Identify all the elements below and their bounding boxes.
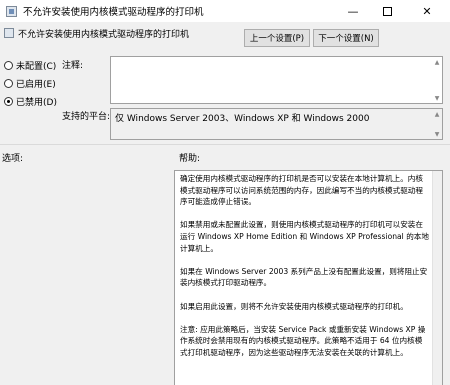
scroll-up-icon[interactable]: ▲	[433, 110, 441, 118]
help-paragraph: 如果禁用或未配置此设置，则使用内核模式驱动程序的打印机可以安装在运行 Windo…	[180, 220, 429, 253]
help-paragraph: 注意: 应用此策略后，当安装 Service Pack 或重新安装 Window…	[180, 324, 426, 357]
next-setting-button[interactable]: 下一个设置(N)	[313, 29, 379, 47]
maximize-icon	[382, 6, 392, 16]
radio-disabled[interactable]: 已禁用(D)	[4, 95, 57, 108]
help-paragraph: 如果在 Windows Server 2003 系列产品上没有配置此设置，则将阻…	[180, 266, 428, 288]
setting-icon	[4, 28, 14, 38]
platform-value: 仅 Windows Server 2003、Windows XP 和 Windo…	[115, 114, 370, 124]
close-button[interactable]: ✕	[410, 0, 444, 22]
close-icon: ✕	[422, 4, 432, 18]
comment-label: 注释:	[62, 61, 84, 71]
title-bar: 不允许安装使用内核模式驱动程序的打印机 — ✕	[0, 0, 450, 22]
setting-title: 不允许安装使用内核模式驱动程序的打印机	[18, 30, 190, 40]
maximize-button[interactable]	[370, 0, 404, 22]
previous-setting-button[interactable]: 上一个设置(P)	[244, 29, 310, 47]
help-label: 帮助:	[179, 154, 201, 164]
minimize-icon: —	[347, 4, 359, 18]
scroll-down-icon[interactable]: ▼	[433, 130, 441, 138]
radio-not-configured[interactable]: 未配置(C)	[4, 59, 56, 72]
radio-icon[interactable]	[4, 79, 13, 88]
help-paragraph: 如果启用此设置，则将不允许安装使用内核模式驱动程序的打印机。	[180, 301, 408, 311]
comment-input[interactable]: ▲ ▼	[110, 56, 443, 104]
options-label: 选项:	[2, 154, 24, 164]
section-divider	[0, 144, 450, 145]
window-title: 不允许安装使用内核模式驱动程序的打印机	[23, 7, 204, 18]
policy-icon	[6, 5, 17, 17]
radio-enabled[interactable]: 已启用(E)	[4, 77, 56, 90]
radio-label: 已启用(E)	[16, 80, 56, 90]
scroll-up-icon[interactable]: ▲	[433, 58, 441, 66]
radio-label: 已禁用(D)	[16, 98, 57, 108]
platform-field: 仅 Windows Server 2003、Windows XP 和 Windo…	[110, 108, 443, 140]
minimize-button[interactable]: —	[336, 0, 370, 22]
platform-label: 支持的平台:	[62, 112, 111, 122]
radio-checked-icon[interactable]	[4, 97, 13, 106]
scroll-down-icon[interactable]: ▼	[433, 94, 441, 102]
radio-label: 未配置(C)	[16, 62, 57, 72]
help-scrollbar[interactable]	[432, 171, 442, 385]
radio-icon[interactable]	[4, 61, 13, 70]
help-paragraph: 确定使用内核模式驱动程序的打印机是否可以安装在本地计算机上。内核模式驱动程序可以…	[180, 174, 423, 207]
help-text-box[interactable]: 确定使用内核模式驱动程序的打印机是否可以安装在本地计算机上。内核模式驱动程序可以…	[174, 170, 443, 385]
